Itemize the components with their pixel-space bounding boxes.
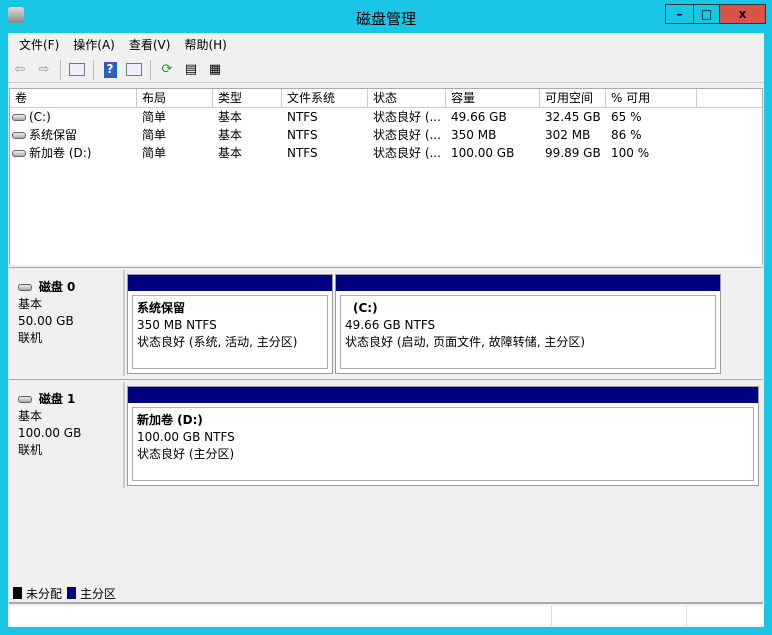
column-header-layout[interactable]: 布局: [137, 89, 213, 107]
partition-status: 状态良好 (启动, 页面文件, 故障转储, 主分区): [345, 335, 586, 349]
partition-d[interactable]: 新加卷 (D:) 100.00 GB NTFS 状态良好 (主分区): [127, 386, 759, 486]
disk-name: 磁盘 1: [38, 392, 76, 406]
volume-icon: [12, 132, 26, 139]
rescan-icon[interactable]: ▦: [205, 60, 225, 80]
disk-type: 基本: [18, 409, 43, 423]
maximize-button[interactable]: □: [693, 4, 720, 24]
volume-name: 系统保留: [29, 128, 78, 142]
status-cell: 状态良好 (...: [373, 110, 441, 124]
disk-icon: [18, 396, 32, 403]
capacity-cell: 350 MB: [451, 128, 497, 142]
partition-bar: [336, 275, 720, 291]
disk-0-label[interactable]: 磁盘 0 基本 50.00 GB 联机: [9, 270, 125, 376]
layout-cell: 简单: [142, 146, 167, 160]
client-area: 文件(F) 操作(A) 查看(V) 帮助(H) ⇦ ⇨ ? ⟳ ▤ ▦ 卷 布局…: [8, 33, 764, 627]
show-hide-console-tree-icon[interactable]: [67, 60, 87, 80]
disk-1-label[interactable]: 磁盘 1 基本 100.00 GB 联机: [9, 382, 125, 488]
partition-status: 状态良好 (系统, 活动, 主分区): [137, 335, 298, 349]
partition-c[interactable]: (C:) 49.66 GB NTFS 状态良好 (启动, 页面文件, 故障转储,…: [335, 274, 721, 374]
filesystem-cell: NTFS: [287, 146, 318, 160]
layout-cell: 简单: [142, 110, 167, 124]
volume-list: 卷 布局 类型 文件系统 状态 容量 可用空间 % 可用 (C:) 简单 基本 …: [9, 88, 763, 293]
percent-free-cell: 86 %: [611, 128, 642, 142]
legend-primary-partition: 主分区: [80, 586, 117, 601]
title-bar: 磁盘管理 – □ x: [0, 0, 772, 33]
volume-icon: [12, 150, 26, 157]
unallocated-swatch: [13, 587, 22, 599]
column-header-status[interactable]: 状态: [368, 89, 446, 107]
show-action-pane-icon[interactable]: [124, 60, 144, 80]
table-row[interactable]: (C:) 简单 基本 NTFS 状态良好 (... 49.66 GB 32.45…: [10, 108, 762, 126]
forward-icon[interactable]: ⇨: [34, 60, 54, 80]
window-title: 磁盘管理: [355, 10, 416, 28]
disk-state: 联机: [18, 331, 43, 345]
back-icon[interactable]: ⇦: [10, 60, 30, 80]
table-row[interactable]: 系统保留 简单 基本 NTFS 状态良好 (... 350 MB 302 MB …: [10, 126, 762, 144]
layout-cell: 简单: [142, 128, 167, 142]
menu-action[interactable]: 操作(A): [66, 36, 122, 53]
partition-name: 新加卷 (D:): [137, 413, 203, 427]
free-space-cell: 302 MB: [545, 128, 591, 142]
menu-file[interactable]: 文件(F): [12, 36, 66, 53]
status-pane: [8, 606, 552, 626]
menu-help[interactable]: 帮助(H): [177, 36, 233, 53]
disk-icon: [18, 284, 32, 291]
volume-icon: [12, 114, 26, 121]
disk-0: 磁盘 0 基本 50.00 GB 联机 系统保留 350 MB NTFS 状态良…: [9, 267, 763, 377]
free-space-cell: 99.89 GB: [545, 146, 601, 160]
capacity-cell: 49.66 GB: [451, 110, 507, 124]
menu-view[interactable]: 查看(V): [122, 36, 178, 53]
status-pane: [552, 606, 687, 626]
status-cell: 状态良好 (...: [373, 146, 441, 160]
volume-name: (C:): [29, 110, 51, 124]
volume-name: 新加卷 (D:): [29, 146, 92, 160]
filesystem-cell: NTFS: [287, 128, 318, 142]
filesystem-cell: NTFS: [287, 110, 318, 124]
column-header-type[interactable]: 类型: [213, 89, 282, 107]
close-button[interactable]: x: [719, 4, 766, 24]
legend-unallocated: 未分配: [26, 586, 63, 601]
column-header-volume[interactable]: 卷: [10, 89, 137, 107]
percent-free-cell: 100 %: [611, 146, 650, 160]
partition-bar: [128, 387, 758, 403]
column-header-capacity[interactable]: 容量: [446, 89, 540, 107]
disk-state: 联机: [18, 443, 43, 457]
status-bar: [8, 606, 764, 626]
disk-type: 基本: [18, 297, 43, 311]
disk-name: 磁盘 0: [38, 280, 76, 294]
percent-free-cell: 65 %: [611, 110, 642, 124]
status-pane: [687, 606, 764, 626]
column-header-filesystem[interactable]: 文件系统: [282, 89, 368, 107]
type-cell: 基本: [218, 128, 243, 142]
partition-fs: 350 MB NTFS: [137, 318, 217, 332]
volume-list-header: 卷 布局 类型 文件系统 状态 容量 可用空间 % 可用: [10, 89, 762, 108]
disk-1: 磁盘 1 基本 100.00 GB 联机 新加卷 (D:) 100.00 GB …: [9, 379, 763, 489]
partition-name: 系统保留: [137, 301, 186, 315]
free-space-cell: 32.45 GB: [545, 110, 601, 124]
column-header-percent-free[interactable]: % 可用: [606, 89, 697, 107]
capacity-cell: 100.00 GB: [451, 146, 515, 160]
disk-graph-view: 磁盘 0 基本 50.00 GB 联机 系统保留 350 MB NTFS 状态良…: [9, 265, 763, 583]
disk-size: 50.00 GB: [18, 314, 74, 328]
column-header-free-space[interactable]: 可用空间: [540, 89, 606, 107]
partition-bar: [128, 275, 332, 291]
primary-partition-swatch: [67, 587, 77, 599]
partition-name: (C:): [353, 301, 378, 315]
minimize-button[interactable]: –: [665, 4, 694, 24]
disk-size: 100.00 GB: [18, 426, 82, 440]
partition-status: 状态良好 (主分区): [137, 447, 235, 461]
table-row[interactable]: 新加卷 (D:) 简单 基本 NTFS 状态良好 (... 100.00 GB …: [10, 144, 762, 162]
refresh-icon[interactable]: ⟳: [157, 60, 177, 80]
partition-fs: 49.66 GB NTFS: [345, 318, 436, 332]
menu-bar: 文件(F) 操作(A) 查看(V) 帮助(H): [8, 33, 234, 55]
toolbar: ⇦ ⇨ ? ⟳ ▤ ▦: [8, 57, 764, 83]
legend: 未分配 主分区: [9, 584, 763, 604]
type-cell: 基本: [218, 110, 243, 124]
partition-fs: 100.00 GB NTFS: [137, 430, 235, 444]
properties-icon[interactable]: ▤: [181, 60, 201, 80]
type-cell: 基本: [218, 146, 243, 160]
partition-system-reserved[interactable]: 系统保留 350 MB NTFS 状态良好 (系统, 活动, 主分区): [127, 274, 333, 374]
status-cell: 状态良好 (...: [373, 128, 441, 142]
help-icon[interactable]: ?: [100, 60, 120, 80]
